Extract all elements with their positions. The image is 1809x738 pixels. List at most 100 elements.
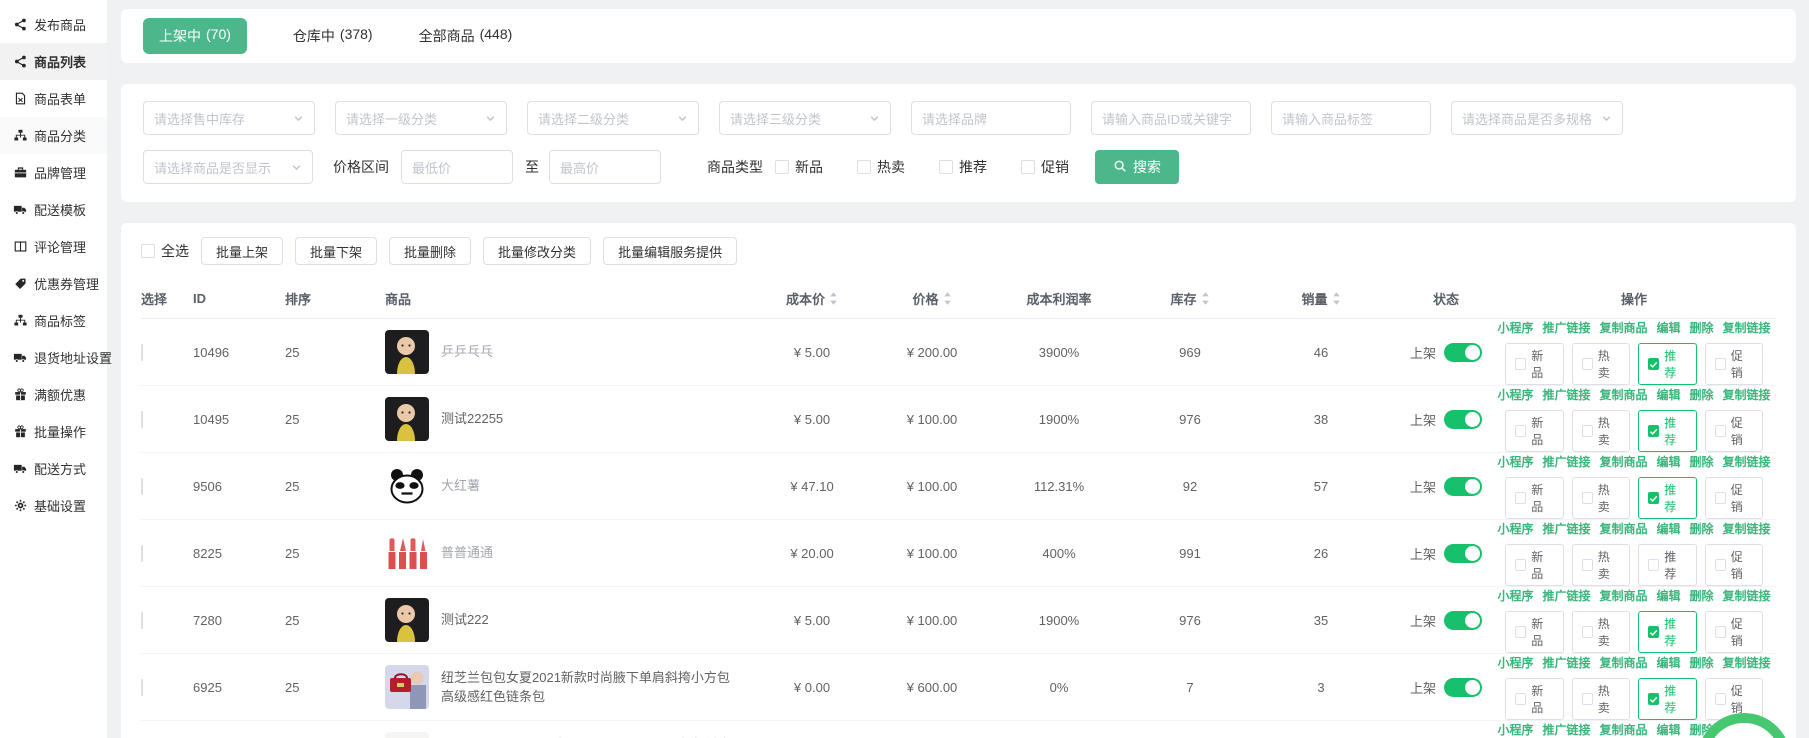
action-link-4[interactable]: 删除 xyxy=(1690,386,1714,403)
tab-1[interactable]: 仓库中(378) xyxy=(293,26,373,46)
filter-select-7[interactable]: 请选择商品是否多规格 xyxy=(1451,101,1623,135)
action-link-5[interactable]: 复制链接 xyxy=(1723,520,1771,537)
batch-button-2[interactable]: 批量删除 xyxy=(389,237,471,265)
type-checkbox-3[interactable]: 促销 xyxy=(1021,157,1069,177)
type-checkbox-0[interactable]: 新品 xyxy=(775,157,823,177)
checked-checkbox[interactable] xyxy=(1648,425,1659,437)
action-link-2[interactable]: 复制商品 xyxy=(1599,520,1647,537)
action-link-4[interactable]: 删除 xyxy=(1690,319,1714,336)
display-filter-select[interactable]: 请选择商品是否显示 xyxy=(143,150,313,184)
unchecked-checkbox[interactable] xyxy=(1715,358,1726,370)
unchecked-checkbox[interactable] xyxy=(1515,358,1526,370)
tag-badge-3[interactable]: 促销 xyxy=(1705,343,1764,385)
row-checkbox[interactable] xyxy=(141,612,143,629)
status-toggle[interactable] xyxy=(1444,343,1482,362)
action-link-1[interactable]: 推广链接 xyxy=(1542,386,1590,403)
sidebar-item-4[interactable]: 品牌管理 xyxy=(0,154,107,191)
action-link-5[interactable]: 复制链接 xyxy=(1723,453,1771,470)
status-toggle[interactable] xyxy=(1444,410,1482,429)
max-price-input[interactable]: 最高价 xyxy=(549,150,661,184)
unchecked-checkbox[interactable] xyxy=(1715,626,1726,638)
action-link-0[interactable]: 小程序 xyxy=(1497,587,1533,604)
action-link-3[interactable]: 编辑 xyxy=(1657,520,1681,537)
type-checkbox-2[interactable]: 推荐 xyxy=(939,157,987,177)
checked-checkbox[interactable] xyxy=(1648,492,1659,504)
action-link-4[interactable]: 删除 xyxy=(1690,587,1714,604)
row-checkbox[interactable] xyxy=(141,478,143,495)
unchecked-checkbox[interactable] xyxy=(1582,693,1593,705)
action-link-3[interactable]: 编辑 xyxy=(1657,319,1681,336)
unchecked-checkbox[interactable] xyxy=(1582,559,1593,571)
sidebar-item-1[interactable]: 商品列表 xyxy=(0,43,107,80)
action-link-3[interactable]: 编辑 xyxy=(1657,386,1681,403)
unchecked-checkbox[interactable] xyxy=(1715,492,1726,504)
tag-badge-3[interactable]: 促销 xyxy=(1705,410,1764,452)
filter-select-3[interactable]: 请选择三级分类 xyxy=(719,101,891,135)
select-all-box[interactable] xyxy=(141,244,155,258)
tag-badge-2[interactable]: 推荐 xyxy=(1638,678,1697,720)
action-link-1[interactable]: 推广链接 xyxy=(1542,453,1590,470)
action-link-5[interactable]: 复制链接 xyxy=(1723,386,1771,403)
action-link-5[interactable]: 复制链接 xyxy=(1723,587,1771,604)
action-link-0[interactable]: 小程序 xyxy=(1497,453,1533,470)
select-all-checkbox[interactable]: 全选 xyxy=(141,241,189,261)
action-link-1[interactable]: 推广链接 xyxy=(1542,721,1590,738)
action-link-2[interactable]: 复制商品 xyxy=(1599,386,1647,403)
column-header-8[interactable]: 销量 xyxy=(1255,289,1387,308)
status-toggle[interactable] xyxy=(1444,477,1482,496)
action-link-2[interactable]: 复制商品 xyxy=(1599,654,1647,671)
sidebar-item-10[interactable]: 满额优惠 xyxy=(0,376,107,413)
action-link-4[interactable]: 删除 xyxy=(1690,520,1714,537)
sidebar-item-0[interactable]: 发布商品 xyxy=(0,6,107,43)
unchecked-checkbox[interactable] xyxy=(1515,626,1526,638)
unchecked-checkbox[interactable] xyxy=(1582,626,1593,638)
action-link-1[interactable]: 推广链接 xyxy=(1542,654,1590,671)
checked-checkbox[interactable] xyxy=(1648,626,1659,638)
tab-2[interactable]: 全部商品(448) xyxy=(419,26,513,46)
unchecked-checkbox[interactable] xyxy=(1582,358,1593,370)
checked-checkbox[interactable] xyxy=(1648,693,1659,705)
unchecked-checkbox[interactable] xyxy=(1515,425,1526,437)
action-link-4[interactable]: 删除 xyxy=(1690,453,1714,470)
unchecked-checkbox[interactable] xyxy=(1515,693,1526,705)
checkbox-box[interactable] xyxy=(775,160,789,174)
sidebar-item-8[interactable]: 商品标签 xyxy=(0,302,107,339)
unchecked-checkbox[interactable] xyxy=(1515,559,1526,571)
status-toggle[interactable] xyxy=(1444,611,1482,630)
sidebar-item-2[interactable]: 商品表单 xyxy=(0,80,107,117)
action-link-2[interactable]: 复制商品 xyxy=(1599,453,1647,470)
checkbox-box[interactable] xyxy=(1021,160,1035,174)
tag-badge-2[interactable]: 推荐 xyxy=(1638,477,1697,519)
tag-badge-0[interactable]: 新品 xyxy=(1505,678,1564,720)
tag-badge-0[interactable]: 新品 xyxy=(1505,477,1564,519)
checkbox-box[interactable] xyxy=(939,160,953,174)
column-header-5[interactable]: 价格 xyxy=(871,289,993,308)
unchecked-checkbox[interactable] xyxy=(1715,559,1726,571)
search-button[interactable]: 搜索 xyxy=(1095,150,1179,184)
sidebar-item-3[interactable]: 商品分类 xyxy=(0,117,107,154)
sidebar-item-6[interactable]: 评论管理 xyxy=(0,228,107,265)
filter-select-1[interactable]: 请选择一级分类 xyxy=(335,101,507,135)
row-checkbox[interactable] xyxy=(141,679,143,696)
tag-badge-2[interactable]: 推荐 xyxy=(1638,343,1697,385)
status-toggle[interactable] xyxy=(1444,678,1482,697)
tag-badge-1[interactable]: 热卖 xyxy=(1572,477,1631,519)
action-link-4[interactable]: 删除 xyxy=(1690,654,1714,671)
sidebar-item-9[interactable]: 退货地址设置 xyxy=(0,339,107,376)
sidebar-item-13[interactable]: 基础设置 xyxy=(0,487,107,524)
tag-badge-3[interactable]: 促销 xyxy=(1705,477,1764,519)
unchecked-checkbox[interactable] xyxy=(1582,492,1593,504)
sort-caret-icon[interactable] xyxy=(1332,291,1341,306)
action-link-2[interactable]: 复制商品 xyxy=(1599,587,1647,604)
tag-badge-3[interactable]: 促销 xyxy=(1705,544,1764,586)
row-checkbox[interactable] xyxy=(141,344,143,361)
batch-button-3[interactable]: 批量修改分类 xyxy=(483,237,591,265)
unchecked-checkbox[interactable] xyxy=(1515,492,1526,504)
tag-badge-1[interactable]: 热卖 xyxy=(1572,611,1631,653)
column-header-4[interactable]: 成本价 xyxy=(753,289,871,308)
action-link-5[interactable]: 复制链接 xyxy=(1723,654,1771,671)
action-link-0[interactable]: 小程序 xyxy=(1497,721,1533,738)
tag-badge-2[interactable]: 推荐 xyxy=(1638,611,1697,653)
filter-select-2[interactable]: 请选择二级分类 xyxy=(527,101,699,135)
action-link-3[interactable]: 编辑 xyxy=(1657,587,1681,604)
